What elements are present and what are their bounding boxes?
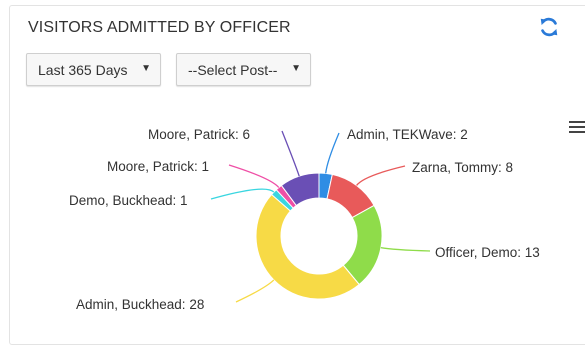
leader-line-2 bbox=[380, 247, 431, 252]
data-label-5: Moore, Patrick: 1 bbox=[107, 159, 209, 174]
leader-line-6 bbox=[281, 130, 300, 177]
leader-line-1 bbox=[356, 165, 406, 186]
data-label-6: Moore, Patrick: 6 bbox=[148, 127, 250, 142]
leader-line-3 bbox=[235, 279, 275, 303]
data-label-0: Admin, TEKWave: 2 bbox=[347, 127, 468, 142]
leader-line-0 bbox=[325, 132, 340, 174]
data-label-3: Admin, Buckhead: 28 bbox=[76, 297, 204, 312]
data-label-1: Zarna, Tommy: 8 bbox=[412, 160, 513, 175]
pie-slice-3[interactable] bbox=[255, 193, 360, 300]
data-label-4: Demo, Buckhead: 1 bbox=[69, 193, 188, 208]
leader-line-5 bbox=[228, 164, 280, 188]
donut-chart: Admin, TEKWave: 2 Zarna, Tommy: 8 Officer,… bbox=[69, 127, 540, 312]
leader-line-4 bbox=[210, 188, 275, 200]
data-label-2: Officer, Demo: 13 bbox=[435, 245, 540, 260]
